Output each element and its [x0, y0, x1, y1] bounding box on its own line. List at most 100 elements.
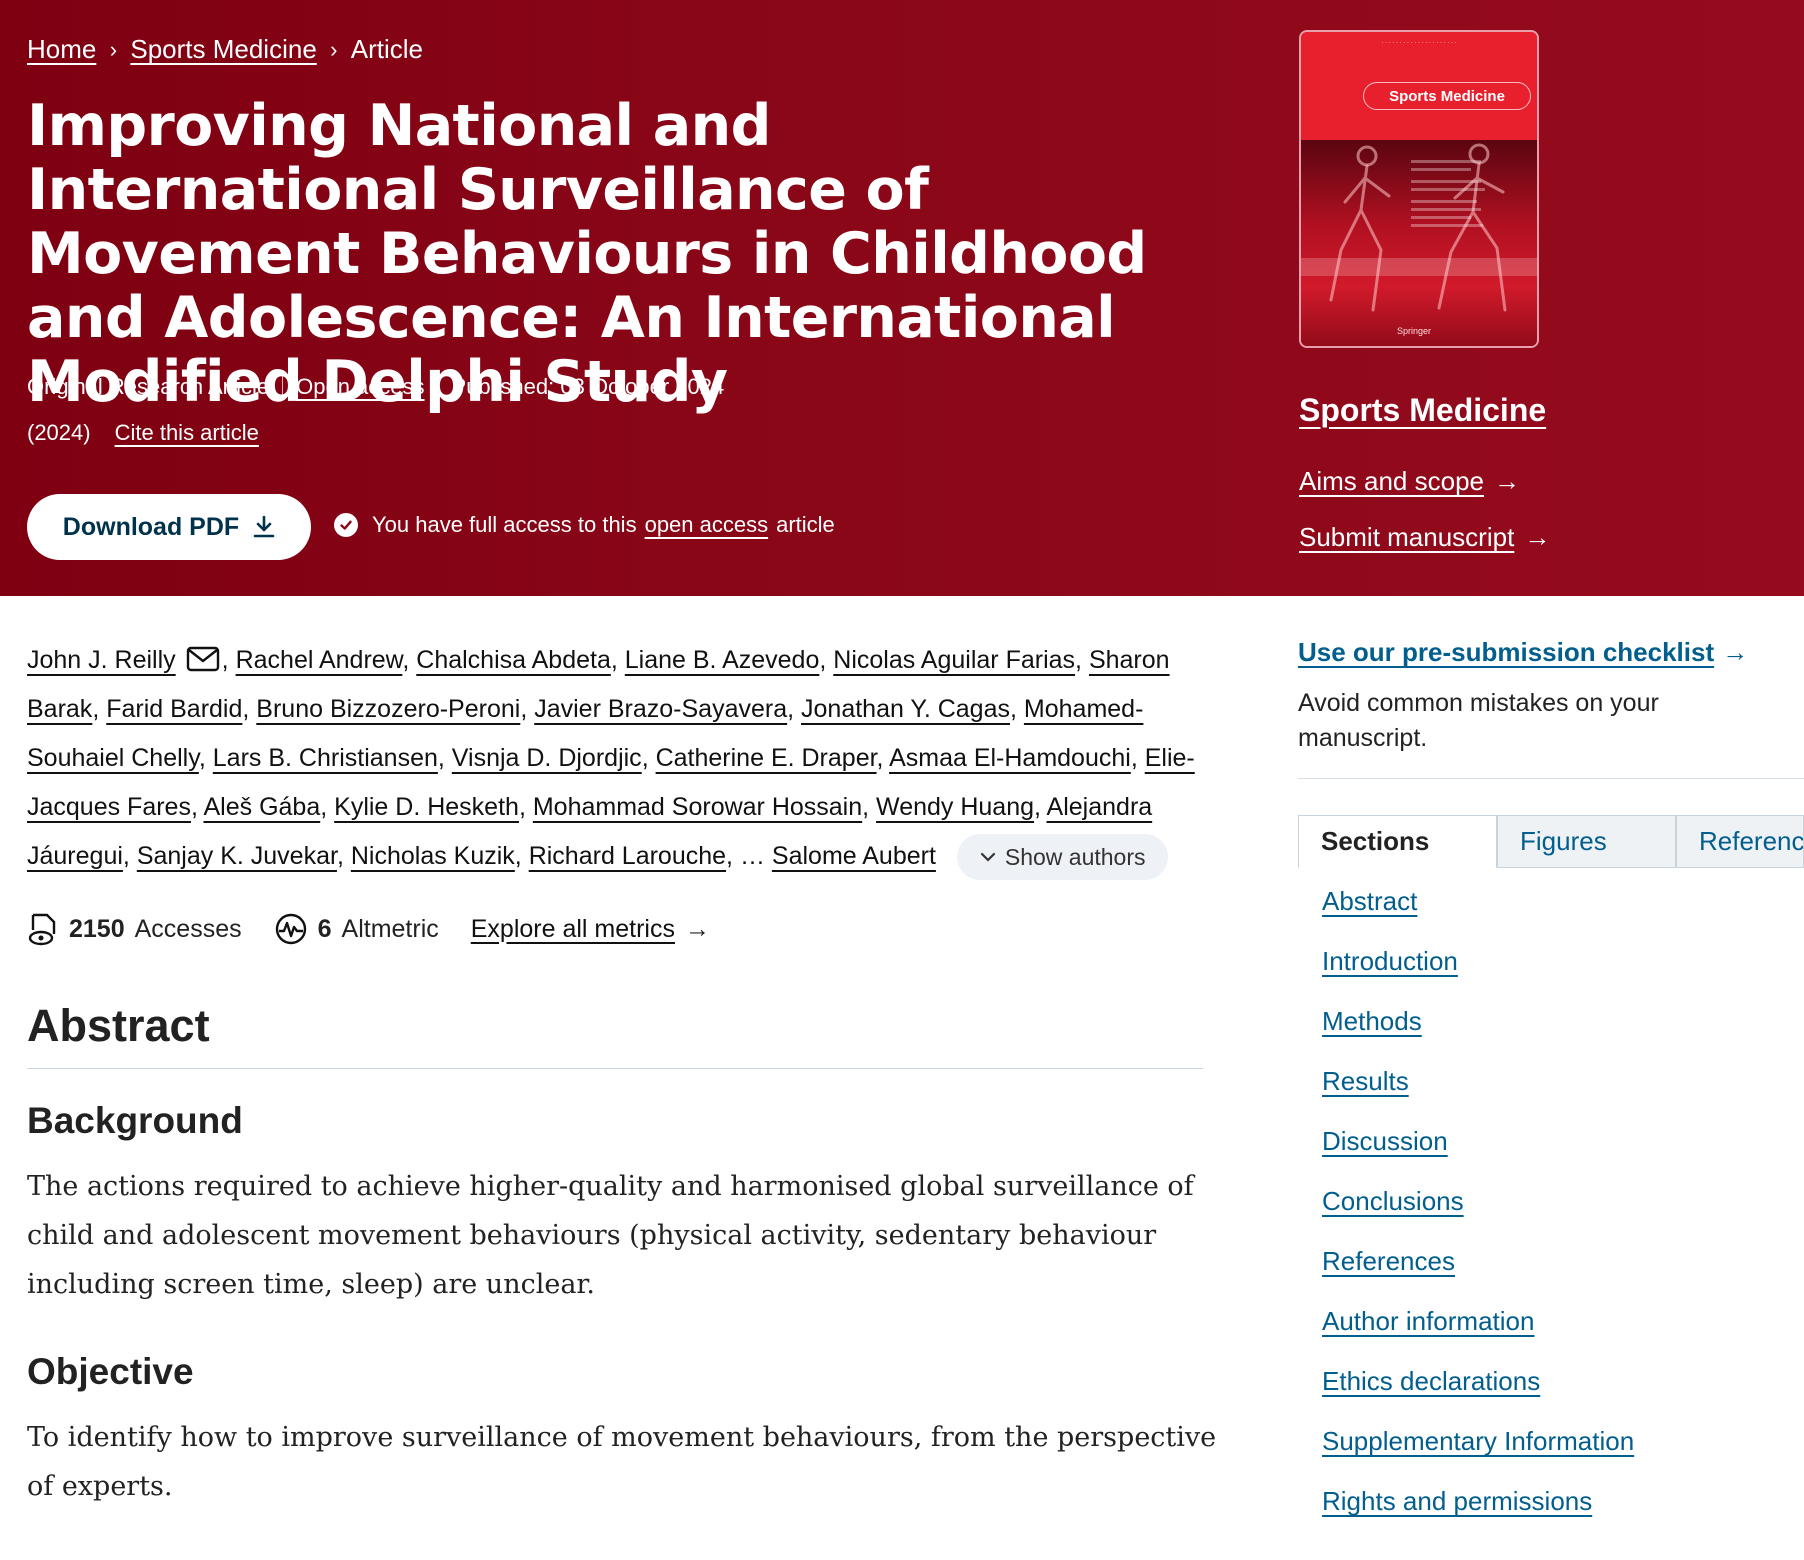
access-suffix: article: [776, 512, 835, 537]
accesses-metric: 2150 Accesses: [27, 912, 242, 946]
section-link-rights[interactable]: Rights and permissions: [1322, 1486, 1592, 1516]
accesses-count: 2150: [69, 914, 125, 943]
author-link[interactable]: Nicholas Kuzik: [351, 842, 515, 870]
access-prefix: You have full access to this: [372, 512, 637, 537]
chevron-down-icon: [980, 853, 995, 862]
abstract-heading: Abstract: [27, 1000, 210, 1051]
altmetric-metric: 6 Altmetric: [274, 912, 439, 946]
altmetric-label: Altmetric: [341, 914, 439, 943]
article-metrics: 2150 Accesses 6 Altmetric Explore all me…: [27, 912, 710, 946]
author-link[interactable]: Chalchisa Abdeta: [416, 646, 611, 674]
article-title: Improving National and International Sur…: [27, 93, 1147, 415]
accesses-label: Accesses: [134, 914, 242, 943]
breadcrumb-current: Article: [350, 34, 424, 64]
section-nav-list: Abstract Introduction Methods Results Di…: [1322, 886, 1634, 1546]
author-link[interactable]: Visnja D. Djordjic: [452, 744, 642, 772]
author-link[interactable]: Farid Bardid: [106, 695, 242, 723]
author-link[interactable]: Lars B. Christiansen: [213, 744, 438, 772]
section-link-abstract[interactable]: Abstract: [1322, 886, 1417, 916]
cite-article-link[interactable]: Cite this article: [115, 420, 259, 446]
rail-tabs: Sections Figures References: [1298, 815, 1804, 868]
list-item: Ethics declarations: [1322, 1366, 1634, 1426]
rail-divider: [1298, 778, 1804, 779]
submit-manuscript-link[interactable]: Submit manuscript: [1299, 522, 1514, 553]
author-list: John J. Reilly, Rachel Andrew, Chalchisa…: [27, 636, 1207, 881]
tab-references[interactable]: References: [1676, 815, 1804, 868]
article-type: Original Research Article: [27, 374, 270, 399]
access-notice: You have full access to this open access…: [334, 512, 835, 538]
section-divider: [27, 1068, 1203, 1069]
list-item: Abstract: [1322, 886, 1634, 946]
section-link-introduction[interactable]: Introduction: [1322, 946, 1458, 976]
list-item: Results: [1322, 1066, 1634, 1126]
download-icon: [253, 515, 275, 538]
author-link[interactable]: Aleš Gába: [203, 793, 320, 821]
author-link[interactable]: Wendy Huang: [876, 793, 1034, 821]
section-link-methods[interactable]: Methods: [1322, 1006, 1422, 1036]
author-link[interactable]: Salome Aubert: [772, 842, 936, 870]
article-hero: Home › Sports Medicine › Article Improvi…: [0, 0, 1804, 596]
author-link[interactable]: Kylie D. Hesketh: [334, 793, 519, 821]
author-link[interactable]: Javier Brazo-Sayavera: [534, 695, 787, 723]
divider: [437, 375, 439, 399]
altmetric-count: 6: [317, 914, 332, 943]
breadcrumb-journal-link[interactable]: Sports Medicine: [130, 34, 316, 65]
cover-artwork: Springer: [1301, 140, 1537, 346]
journal-name-link[interactable]: Sports Medicine: [1299, 392, 1546, 428]
download-pdf-label: Download PDF: [62, 512, 240, 541]
section-link-conclusions[interactable]: Conclusions: [1322, 1186, 1464, 1216]
author-link[interactable]: Catherine E. Draper: [656, 744, 877, 772]
show-authors-button[interactable]: Show authors: [956, 834, 1168, 881]
author-link[interactable]: Sanjay K. Juvekar: [137, 842, 337, 870]
list-item: Methods: [1322, 1006, 1634, 1066]
section-link-supplementary[interactable]: Supplementary Information: [1322, 1426, 1634, 1456]
arrow-right-icon: →: [1524, 522, 1551, 552]
author-link[interactable]: Richard Larouche: [529, 842, 726, 870]
explore-metrics-link[interactable]: Explore all metrics: [471, 915, 675, 944]
list-item: Conclusions: [1322, 1186, 1634, 1246]
article-meta: Original Research Article Open access Pu…: [27, 374, 724, 400]
check-circle-icon: [334, 513, 358, 537]
mail-icon[interactable]: [186, 646, 220, 672]
author-link[interactable]: Jonathan Y. Cagas: [801, 695, 1010, 723]
arrow-right-icon: →: [1493, 466, 1520, 496]
author-link[interactable]: Rachel Andrew: [236, 646, 403, 674]
runner-figures-image: [1301, 143, 1537, 312]
tab-sections[interactable]: Sections: [1298, 815, 1497, 868]
breadcrumb: Home › Sports Medicine › Article: [27, 34, 423, 65]
aims-scope-link[interactable]: Aims and scope: [1299, 466, 1484, 497]
chevron-right-icon: ›: [109, 36, 118, 62]
divider: [282, 375, 284, 399]
tab-figures[interactable]: Figures: [1497, 815, 1676, 868]
list-item: Introduction: [1322, 946, 1634, 1006]
author-link[interactable]: Mohammad Sorowar Hossain: [533, 793, 862, 821]
author-link[interactable]: John J. Reilly: [27, 646, 176, 674]
accesses-icon: [28, 913, 56, 946]
background-text: The actions required to achieve higher-q…: [27, 1171, 1194, 1300]
submit-manuscript: Submit manuscript →: [1299, 522, 1550, 553]
open-access-link[interactable]: Open access: [296, 374, 424, 400]
author-link[interactable]: Asmaa El-Hamdouchi: [889, 744, 1131, 772]
journal-cover[interactable]: · · · · · · · · · · · · · · · · · · · · …: [1299, 30, 1539, 348]
author-link[interactable]: Bruno Bizzozero-Peroni: [256, 695, 520, 723]
arrow-right-icon: →: [1722, 637, 1749, 667]
section-link-discussion[interactable]: Discussion: [1322, 1126, 1448, 1156]
author-link[interactable]: Nicolas Aguilar Farias: [833, 646, 1075, 674]
section-link-author-information[interactable]: Author information: [1322, 1306, 1534, 1336]
cover-publisher: Springer: [1397, 326, 1432, 336]
author-link[interactable]: Liane B. Azevedo: [625, 646, 820, 674]
cover-header: · · · · · · · · · · · · · · · · · · · · …: [1301, 32, 1537, 140]
article-meta-secondary: (2024) Cite this article: [27, 420, 259, 446]
access-open-access-link[interactable]: open access: [645, 512, 769, 538]
download-pdf-button[interactable]: Download PDF: [27, 494, 311, 560]
list-item: Supplementary Information: [1322, 1426, 1634, 1486]
aims-scope: Aims and scope →: [1299, 466, 1520, 497]
published-date: Published: 03 October 2024: [451, 374, 725, 399]
breadcrumb-home-link[interactable]: Home: [27, 34, 96, 65]
section-link-ethics[interactable]: Ethics declarations: [1322, 1366, 1540, 1396]
cover-fineprint: · · · · · · · · · · · · · · · · · · · · …: [1381, 40, 1457, 46]
section-link-results[interactable]: Results: [1322, 1066, 1409, 1096]
section-link-references[interactable]: References: [1322, 1246, 1455, 1276]
checklist-link[interactable]: Use our pre-submission checklist: [1298, 637, 1714, 668]
arrow-right-icon: →: [684, 914, 710, 943]
